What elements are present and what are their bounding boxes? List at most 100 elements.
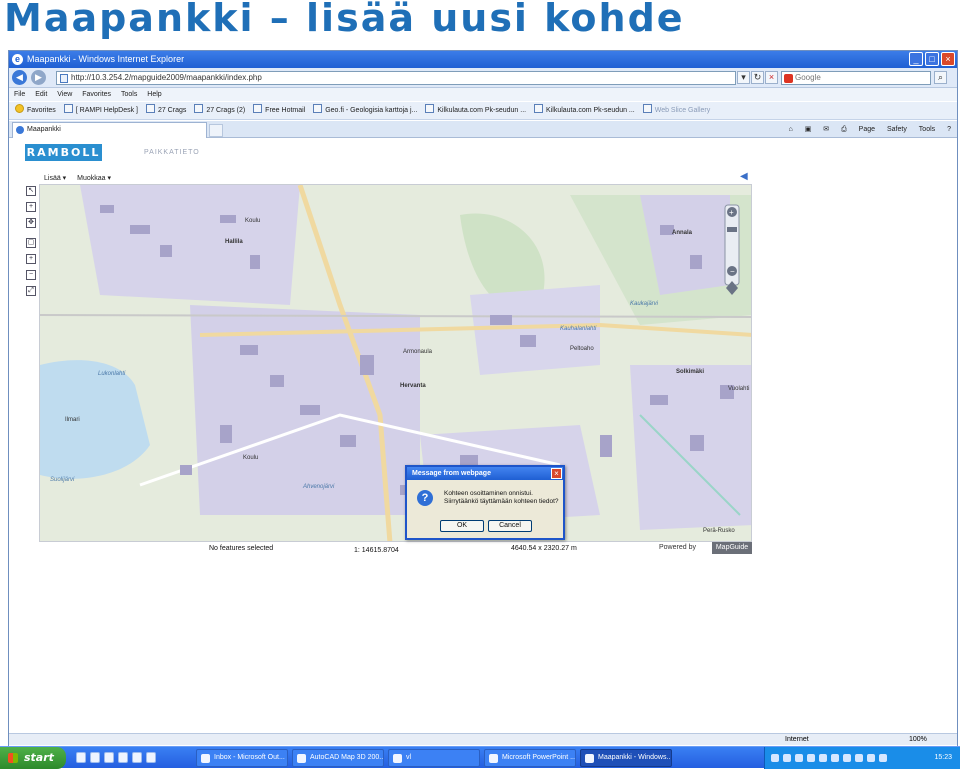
menu-tools[interactable]: Tools — [121, 88, 137, 101]
browser-window: e Maapankki - Windows Internet Explorer … — [8, 50, 958, 766]
minimize-button[interactable]: _ — [909, 52, 923, 66]
tray-icon[interactable] — [783, 754, 791, 762]
tray-icon[interactable] — [879, 754, 887, 762]
dropdown-icon[interactable]: ▾ — [737, 71, 750, 84]
address-input[interactable]: http://10.3.254.2/mapguide2009/maapankki… — [56, 71, 736, 85]
page-icon — [60, 74, 68, 83]
favorite-link[interactable]: Kilkulauta.com Pk-seudun ... — [425, 102, 526, 119]
map-label: Kaukajärvi — [630, 301, 659, 307]
mail-icon[interactable]: ✉ — [823, 126, 829, 133]
quicklaunch-icon[interactable] — [118, 752, 128, 763]
address-url: http://10.3.254.2/mapguide2009/maapankki… — [71, 73, 262, 82]
refresh-map-icon[interactable]: ◀ — [740, 171, 748, 182]
stop-icon[interactable]: × — [765, 71, 778, 84]
map-label: Hallila — [225, 239, 243, 245]
map-label: Kauhalanlahti — [560, 326, 597, 332]
safety-menu[interactable]: Safety — [887, 126, 907, 133]
tray-icon[interactable] — [831, 754, 839, 762]
new-tab-button[interactable] — [209, 124, 223, 137]
map-size-status: 4640.54 x 2320.27 m — [511, 545, 577, 552]
tray-icon[interactable] — [795, 754, 803, 762]
quick-launch — [76, 752, 156, 763]
quicklaunch-icon[interactable] — [146, 752, 156, 763]
quicklaunch-icon[interactable] — [90, 752, 100, 763]
zoom-in-icon[interactable]: + — [26, 254, 36, 264]
taskbar-item-powerpoint[interactable]: Microsoft PowerPoint ... — [484, 749, 576, 767]
tray-icon[interactable] — [807, 754, 815, 762]
search-icon[interactable]: ⌕ — [934, 71, 947, 84]
tray-icon[interactable] — [771, 754, 779, 762]
map-view[interactable]: Koulu Hallila Hervanta Annala Lukonlahti… — [39, 184, 752, 542]
map-label: Vuolahti — [728, 386, 749, 392]
question-icon: ? — [417, 490, 433, 506]
favorite-link[interactable]: Free Hotmail — [253, 102, 305, 119]
tray-icon[interactable] — [867, 754, 875, 762]
brand-subtitle: PAIKKATIETO — [144, 149, 200, 156]
ie-icon: e — [12, 54, 23, 65]
scale-status: 1: 14615.8704 — [354, 547, 399, 554]
ramboll-logo: RAMBOLL — [25, 144, 102, 161]
favorite-link[interactable]: 27 Crags — [146, 102, 186, 119]
forward-button[interactable]: ▶ — [31, 70, 46, 85]
zoom-slider[interactable]: + − — [724, 204, 740, 295]
menu-muokkaa[interactable]: Muokkaa ▾ — [77, 175, 111, 182]
zoom-level[interactable]: 100% — [909, 734, 927, 746]
zoom-extent-icon[interactable]: ⤢ — [26, 286, 36, 296]
favorite-link[interactable]: Web Slice Gallery — [643, 102, 711, 119]
tray-icon[interactable] — [819, 754, 827, 762]
ok-button[interactable]: OK — [440, 520, 484, 532]
taskbar-item-folder[interactable]: vl — [388, 749, 480, 767]
dialog-message: Kohteen osoittaminen onnistui. Siirrytää… — [444, 490, 559, 506]
favorite-link[interactable]: Kilkulauta.com Pk-seudun ... — [534, 102, 635, 119]
window-titlebar[interactable]: e Maapankki - Windows Internet Explorer … — [9, 51, 957, 68]
menu-lisaa[interactable]: Lisää ▾ — [44, 175, 66, 182]
start-button[interactable]: start — [0, 747, 66, 769]
favorite-link[interactable]: 27 Crags (2) — [194, 102, 245, 119]
taskbar: start Inbox - Microsoft Out... AutoCAD M… — [0, 746, 960, 769]
quicklaunch-icon[interactable] — [76, 752, 86, 763]
menu-file[interactable]: File — [14, 88, 25, 101]
refresh-icon[interactable]: ↻ — [751, 71, 764, 84]
home-icon[interactable]: ⌂ — [789, 126, 793, 133]
map-label: Peltoaho — [570, 346, 594, 352]
menu-edit[interactable]: Edit — [35, 88, 47, 101]
print-icon[interactable]: ⎙ — [841, 126, 847, 133]
map-label: Annala — [672, 230, 693, 236]
feeds-icon[interactable]: ▣ — [805, 126, 812, 133]
zoom-rect-icon[interactable]: ▢ — [26, 238, 36, 248]
taskbar-item-autocad[interactable]: AutoCAD Map 3D 200... — [292, 749, 384, 767]
dialog-close-button[interactable]: × — [551, 468, 562, 479]
dialog-line-1: Kohteen osoittaminen onnistui. — [444, 490, 533, 497]
menu-view[interactable]: View — [57, 88, 72, 101]
favorite-link[interactable]: Geo.fi - Geologisia karttoja j... — [313, 102, 417, 119]
search-input[interactable]: Google — [781, 71, 931, 85]
page-menu[interactable]: Page — [859, 126, 875, 133]
quicklaunch-icon[interactable] — [104, 752, 114, 763]
cancel-button[interactable]: Cancel — [488, 520, 532, 532]
menu-help[interactable]: Help — [147, 88, 161, 101]
quicklaunch-icon[interactable] — [132, 752, 142, 763]
map-label: Lukonlahti — [98, 371, 126, 377]
taskbar-item-outlook[interactable]: Inbox - Microsoft Out... — [196, 749, 288, 767]
taskbar-item-ie[interactable]: Maapankki - Windows... — [580, 749, 672, 767]
favorite-link[interactable]: [ RAMPI HelpDesk ] — [64, 102, 138, 119]
clock[interactable]: 15:23 — [934, 747, 952, 769]
window-title: Maapankki - Windows Internet Explorer — [27, 54, 185, 64]
back-button[interactable]: ◀ — [12, 70, 27, 85]
tools-menu[interactable]: Tools — [919, 126, 935, 133]
address-bar-row: ◀ ▶ http://10.3.254.2/mapguide2009/maapa… — [9, 68, 957, 88]
zoom-out-icon[interactable]: − — [26, 270, 36, 280]
tray-icon[interactable] — [855, 754, 863, 762]
browser-status-bar: Internet 100% — [9, 733, 957, 745]
tray-icon[interactable] — [843, 754, 851, 762]
svg-text:−: − — [730, 267, 735, 276]
maximize-button[interactable]: □ — [925, 52, 939, 66]
favorites-button[interactable]: Favorites — [15, 102, 56, 119]
add-point-icon[interactable]: + — [26, 202, 36, 212]
menu-favorites[interactable]: Favorites — [82, 88, 111, 101]
tab-maapankki[interactable]: Maapankki — [12, 122, 207, 138]
close-button[interactable]: × — [941, 52, 955, 66]
help-icon[interactable]: ? — [947, 126, 951, 133]
select-arrow-icon[interactable]: ↖ — [26, 186, 36, 196]
pan-icon[interactable]: ✥ — [26, 218, 36, 228]
